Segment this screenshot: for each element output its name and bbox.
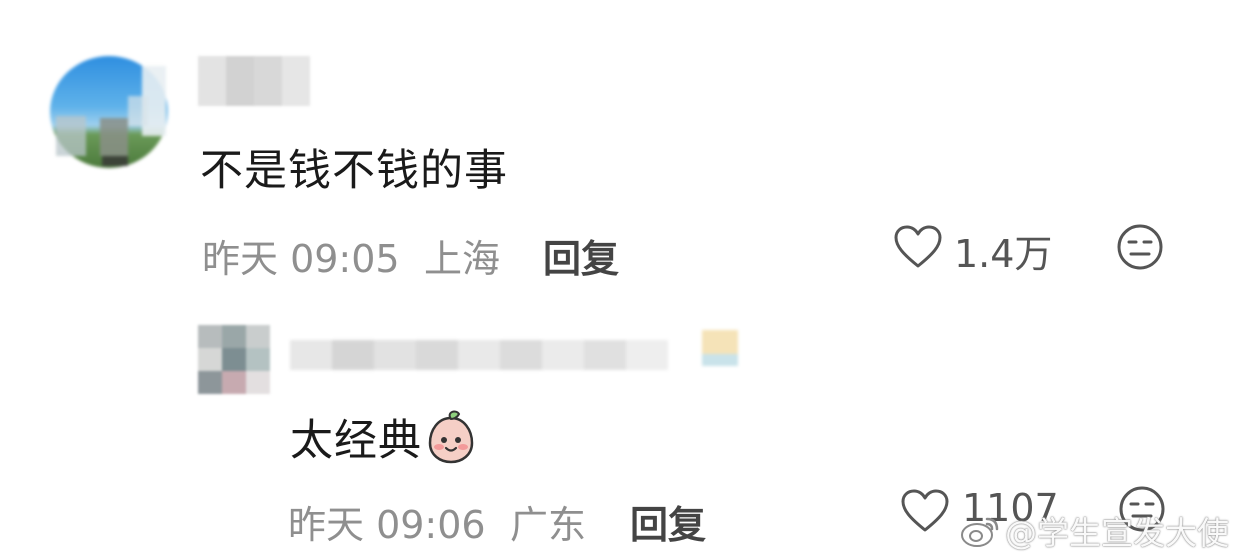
comment-text: 不是钱不钱的事 <box>200 146 508 196</box>
weibo-logo-icon <box>959 513 1001 549</box>
reply-comment: 太经典 <box>290 406 476 468</box>
heart-outline-icon[interactable] <box>900 488 950 534</box>
comment-location: 广东 <box>510 503 587 547</box>
reply-button[interactable]: 回复 <box>543 228 619 283</box>
comment-text: 太经典 <box>290 416 422 466</box>
avatar[interactable] <box>198 325 270 395</box>
avatar[interactable] <box>50 56 168 168</box>
heart-outline-icon[interactable] <box>893 224 943 270</box>
peach-face-emoji <box>426 410 476 464</box>
neutral-face-icon[interactable] <box>1115 222 1165 272</box>
watermark-text: @学生宣发大使 <box>1004 514 1229 552</box>
username-blurred[interactable] <box>198 56 310 106</box>
comment-location: 上海 <box>424 237 501 281</box>
comment-time: 昨天 09:05 <box>202 237 400 281</box>
comment-time: 昨天 09:06 <box>288 503 486 547</box>
like-count: 1.4万 <box>954 232 1053 276</box>
reply-button[interactable]: 回复 <box>630 494 706 549</box>
username-blurred[interactable] <box>290 325 740 385</box>
watermark: @学生宣发大使 <box>959 508 1229 554</box>
